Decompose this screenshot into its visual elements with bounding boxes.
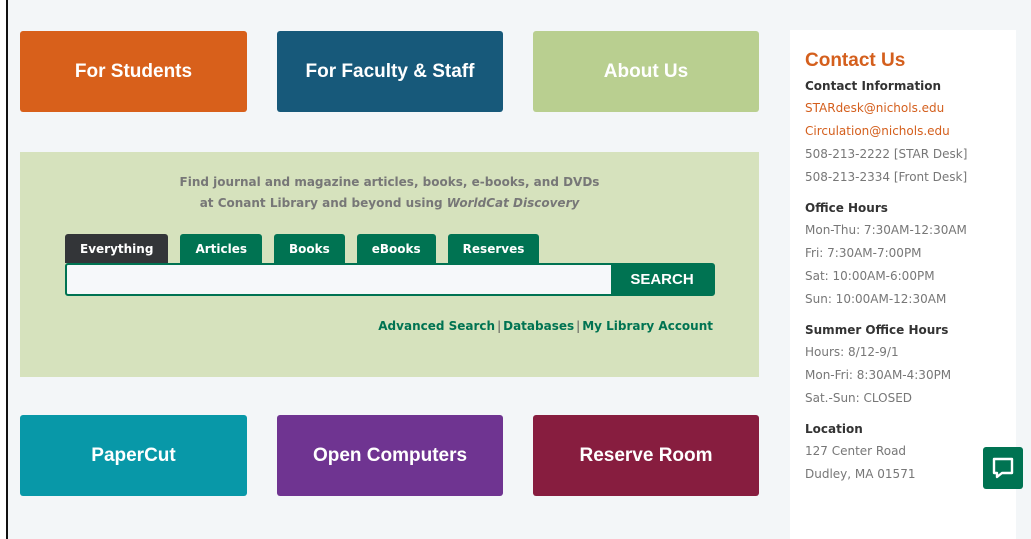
search-tabs: Everything Articles Books eBooks Reserve…: [65, 234, 540, 263]
office-hours-line: Mon-Thu: 7:30AM-12:30AM: [805, 223, 967, 237]
search-description-line2-prefix: at Conant Library and beyond using: [199, 196, 447, 210]
summer-hours-heading: Summer Office Hours: [805, 323, 949, 337]
tab-books[interactable]: Books: [274, 234, 345, 263]
search-button[interactable]: SEARCH: [611, 265, 713, 294]
search-description: Find journal and magazine articles, book…: [20, 172, 759, 214]
office-hours-heading: Office Hours: [805, 201, 888, 215]
contact-info-heading: Contact Information: [805, 79, 942, 93]
office-hours-line: Fri: 7:30AM-7:00PM: [805, 246, 922, 260]
tab-everything[interactable]: Everything: [65, 234, 169, 263]
office-hours-line: Sun: 10:00AM-12:30AM: [805, 292, 947, 306]
summer-hours-line: Mon-Fri: 8:30AM-4:30PM: [805, 368, 952, 382]
chat-icon: [992, 457, 1014, 479]
search-panel: Find journal and magazine articles, book…: [20, 152, 759, 377]
link-separator: |: [497, 319, 502, 333]
link-separator: |: [576, 319, 581, 333]
circulation-email-link[interactable]: Circulation@nichols.edu: [805, 120, 1016, 143]
stardesk-email-link[interactable]: STARdesk@nichols.edu: [805, 97, 1016, 120]
summer-hours-line: Hours: 8/12-9/1: [805, 345, 899, 359]
my-library-account-link[interactable]: My Library Account: [582, 319, 713, 333]
summer-hours-group: Summer Office Hours Hours: 8/12-9/1 Mon-…: [805, 323, 1016, 410]
for-faculty-staff-button[interactable]: For Faculty & Staff: [277, 31, 503, 112]
search-links: Advanced Search | Databases | My Library Acc…: [378, 319, 713, 333]
advanced-search-link[interactable]: Advanced Search: [378, 319, 495, 333]
tab-articles[interactable]: Articles: [180, 234, 262, 263]
databases-link[interactable]: Databases: [503, 319, 574, 333]
papercut-button[interactable]: PaperCut: [20, 415, 247, 496]
contact-title: Contact Us: [805, 50, 906, 71]
summer-hours-line: Sat.-Sun: CLOSED: [805, 391, 913, 405]
contact-info-group: Contact Information STARdesk@nichols.edu…: [805, 79, 1016, 189]
search-box: SEARCH: [65, 263, 715, 296]
chat-button[interactable]: [983, 447, 1023, 489]
office-hours-group: Office Hours Mon-Thu: 7:30AM-12:30AM Fri…: [805, 201, 1016, 311]
office-hours-line: Sat: 10:00AM-6:00PM: [805, 269, 935, 283]
tab-ebooks[interactable]: eBooks: [356, 234, 436, 263]
open-computers-button[interactable]: Open Computers: [277, 415, 503, 496]
star-desk-phone: 508-213-2222 [STAR Desk]: [805, 147, 968, 161]
search-description-line2: at Conant Library and beyond using World…: [20, 193, 759, 214]
location-heading: Location: [805, 422, 863, 436]
for-students-button[interactable]: For Students: [20, 31, 247, 112]
reserve-room-button[interactable]: Reserve Room: [533, 415, 759, 496]
about-us-button[interactable]: About Us: [533, 31, 759, 112]
search-description-line1: Find journal and magazine articles, book…: [179, 175, 600, 189]
front-desk-phone: 508-213-2334 [Front Desk]: [805, 170, 968, 184]
tab-reserves[interactable]: Reserves: [447, 234, 540, 263]
worldcat-discovery-label: WorldCat Discovery: [446, 196, 580, 210]
search-input[interactable]: [67, 265, 611, 294]
